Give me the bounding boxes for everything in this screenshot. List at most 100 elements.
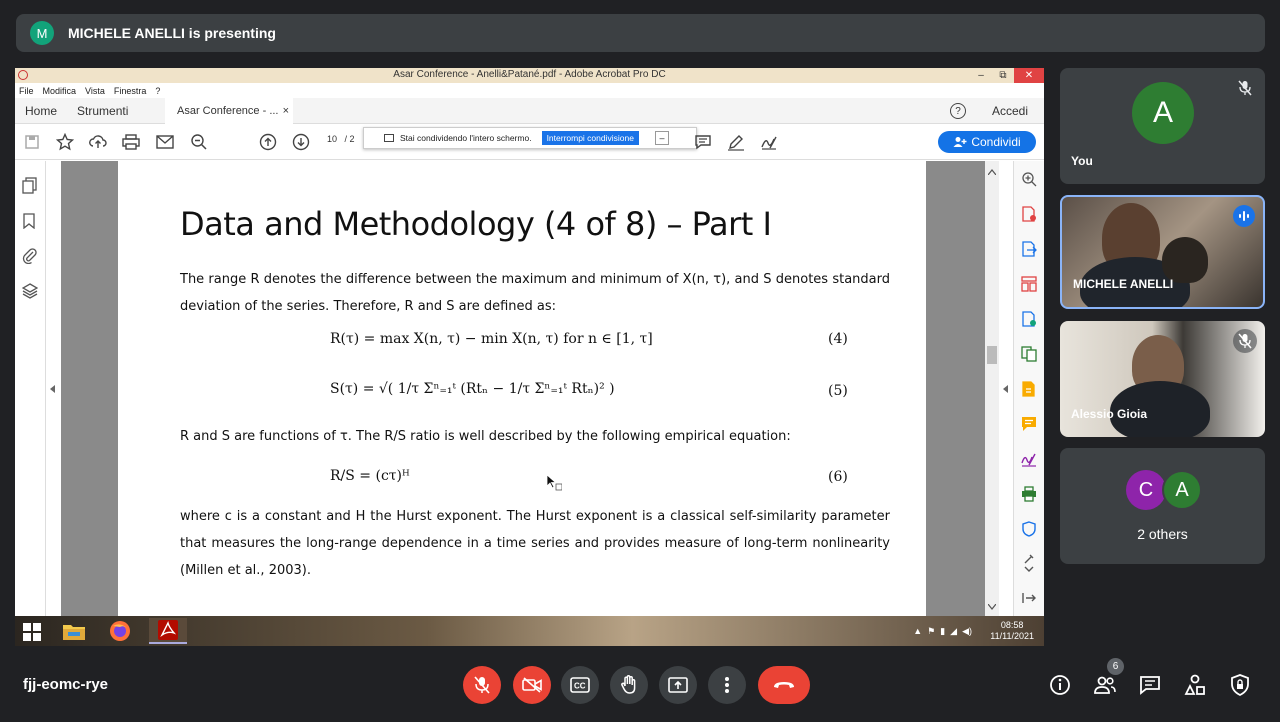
page-number-input[interactable]: 10 / 2 <box>327 134 355 144</box>
comment-icon[interactable] <box>693 132 713 152</box>
screen-share-popup: Stai condividendo l'intero schermo. Inte… <box>363 127 697 149</box>
cloud-upload-icon[interactable] <box>88 132 108 152</box>
zoom-out-icon[interactable] <box>189 132 209 152</box>
people-icon <box>1094 676 1116 694</box>
minimize-button[interactable]: – <box>970 68 992 83</box>
mic-off-icon <box>1233 76 1257 100</box>
equation-4-number: (4) <box>828 331 848 347</box>
sign-icon[interactable] <box>759 132 779 152</box>
protect-icon[interactable] <box>1021 521 1037 537</box>
scrollbar-thumb[interactable] <box>987 346 997 364</box>
present-screen-button[interactable] <box>659 666 697 704</box>
captions-button[interactable]: CC <box>561 666 599 704</box>
help-icon[interactable]: ? <box>950 103 966 119</box>
organize-pages-icon[interactable] <box>1021 276 1037 292</box>
export-pdf-icon[interactable] <box>1021 241 1037 257</box>
taskbar-clock[interactable]: 08:58 11/11/2021 <box>990 620 1034 642</box>
close-window-button[interactable]: ✕ <box>1014 68 1044 83</box>
star-icon[interactable] <box>55 132 75 152</box>
menu-finestra[interactable]: Finestra <box>114 86 147 96</box>
signin-link[interactable]: Accedi <box>992 104 1028 118</box>
other-avatar-c: C <box>1126 470 1166 510</box>
clock-time: 08:58 <box>1000 620 1024 630</box>
close-tab-icon[interactable]: × <box>283 105 289 117</box>
menu-file[interactable]: File <box>19 86 34 96</box>
present-icon <box>668 677 688 693</box>
restore-button[interactable]: ⧉ <box>992 68 1014 83</box>
leave-call-button[interactable] <box>758 666 810 704</box>
combine-files-icon[interactable] <box>1021 346 1037 362</box>
presenting-banner: M MICHELE ANELLI is presenting <box>16 14 1265 52</box>
menu-modifica[interactable]: Modifica <box>43 86 77 96</box>
left-navigation-pane <box>15 161 46 616</box>
menu-vista[interactable]: Vista <box>85 86 105 96</box>
tab-home[interactable]: Home <box>15 104 67 118</box>
tab-tools[interactable]: Strumenti <box>67 104 138 118</box>
windows-taskbar: ▲ ⚑ ▮ ◢ ◀) 08:58 11/11/2021 <box>15 616 1044 646</box>
print-icon[interactable] <box>121 132 141 152</box>
layers-icon[interactable] <box>21 283 39 299</box>
mic-off-icon <box>474 676 490 694</box>
save-icon[interactable] <box>22 132 42 152</box>
expand-pane-icon[interactable] <box>1021 591 1037 607</box>
equation-6-number: (6) <box>828 469 848 485</box>
scroll-down-icon[interactable] <box>988 604 996 610</box>
document-viewer: Data and Methodology (4 of 8) – Part I T… <box>61 161 985 616</box>
host-controls-button[interactable] <box>1227 672 1253 698</box>
participant-tile-alessio[interactable]: Alessio Gioia <box>1060 321 1265 437</box>
chat-button[interactable] <box>1137 672 1163 698</box>
add-person-icon <box>953 137 967 147</box>
camera-toggle-button[interactable] <box>513 666 551 704</box>
activities-button[interactable] <box>1182 672 1208 698</box>
participant-tile-others[interactable]: C A 2 others <box>1060 448 1265 564</box>
people-count-badge: 6 <box>1107 658 1124 675</box>
signature-tool-icon[interactable] <box>1021 451 1037 467</box>
stop-sharing-button[interactable]: Interrompi condivisione <box>541 131 639 145</box>
previous-page-icon[interactable] <box>258 132 278 152</box>
more-tools-icon[interactable] <box>1021 553 1037 572</box>
page-thumbnails-icon[interactable] <box>22 177 38 194</box>
comment-tool-icon[interactable] <box>1021 416 1037 432</box>
more-options-button[interactable] <box>708 666 746 704</box>
speaking-indicator-icon <box>1233 205 1255 227</box>
microphone-toggle-button[interactable] <box>463 666 501 704</box>
menu-help[interactable]: ? <box>155 86 160 96</box>
next-page-icon[interactable] <box>291 132 311 152</box>
vertical-scrollbar[interactable] <box>985 161 999 616</box>
edit-pdf-icon[interactable] <box>1021 311 1037 327</box>
create-pdf-icon[interactable] <box>1021 206 1037 222</box>
raise-hand-button[interactable] <box>610 666 648 704</box>
acrobat-taskbar-icon[interactable] <box>149 618 187 644</box>
pen-icon[interactable] <box>726 132 746 152</box>
closed-captions-icon: CC <box>570 677 590 693</box>
share-document-button[interactable]: Condividi <box>938 131 1036 153</box>
firefox-icon[interactable] <box>101 618 139 644</box>
alessio-mic-off-icon <box>1233 329 1257 353</box>
email-icon[interactable] <box>155 132 175 152</box>
share-document-label: Condividi <box>971 135 1021 149</box>
left-pane-collapse[interactable] <box>46 161 61 616</box>
share-popup-text: Stai condividendo l'intero schermo. <box>400 133 532 143</box>
meeting-details-button[interactable] <box>1047 672 1073 698</box>
right-pane-collapse[interactable] <box>999 161 1013 616</box>
attachment-icon[interactable] <box>22 248 38 265</box>
zoom-in-icon[interactable] <box>1021 171 1037 187</box>
popup-minimize-button[interactable]: – <box>654 131 669 145</box>
tab-bar: Home Strumenti Asar Conference - ... × ?… <box>15 98 1044 124</box>
bookmark-icon[interactable] <box>22 213 38 230</box>
windows-start-icon[interactable] <box>23 623 41 641</box>
participant-tile-presenter[interactable]: MICHELE ANELLI <box>1060 195 1265 309</box>
tab-document[interactable]: Asar Conference - ... × <box>165 98 293 124</box>
hang-up-icon <box>774 682 794 688</box>
file-explorer-icon[interactable] <box>55 618 93 644</box>
scroll-up-icon[interactable] <box>988 169 996 175</box>
fill-sign-icon[interactable] <box>1021 381 1037 397</box>
more-vert-icon <box>725 677 729 693</box>
system-tray-icons[interactable]: ▲ ⚑ ▮ ◢ ◀) <box>913 626 972 637</box>
print-production-icon[interactable] <box>1021 486 1037 502</box>
other-avatar-a: A <box>1162 470 1202 510</box>
people-button[interactable] <box>1092 672 1118 698</box>
acrobat-titlebar: Asar Conference - Anelli&Patané.pdf - Ad… <box>15 68 1044 83</box>
svg-text:CC: CC <box>574 682 586 691</box>
participant-tile-you[interactable]: A You <box>1060 68 1265 184</box>
